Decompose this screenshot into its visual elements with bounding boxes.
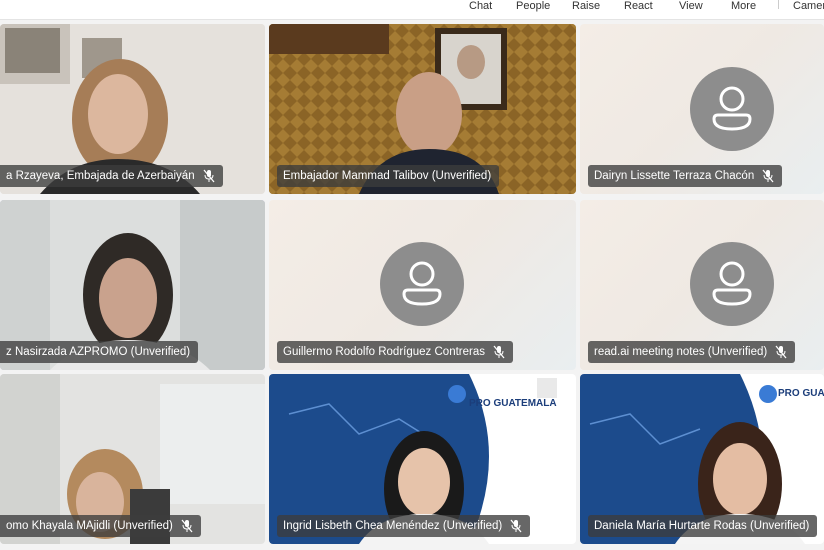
participant-name: Guillermo Rodolfo Rodríguez Contreras bbox=[283, 346, 485, 358]
video-tile[interactable]: read.ai meeting notes (Unverified) bbox=[580, 200, 824, 370]
participant-name: a Rzayeva, Embajada de Azerbaiyán bbox=[6, 170, 195, 182]
toolbar-divider bbox=[778, 0, 779, 9]
view-button[interactable]: View bbox=[679, 0, 703, 12]
video-tile[interactable]: PRO GUATEMALA Daniela María Hurtarte Rod… bbox=[580, 374, 824, 544]
person-icon bbox=[402, 261, 442, 306]
participant-name-tag: Dairyn Lissette Terraza Chacón bbox=[588, 165, 783, 187]
participant-name: omo Khayala MAjidli (Unverified) bbox=[6, 520, 173, 532]
mic-muted-icon bbox=[510, 519, 522, 533]
participant-name-tag: a Rzayeva, Embajada de Azerbaiyán bbox=[0, 165, 223, 187]
chat-button[interactable]: Chat bbox=[469, 0, 492, 12]
avatar bbox=[690, 242, 774, 326]
participant-name-tag: z Nasirzada AZPROMO (Unverified) bbox=[0, 341, 199, 363]
mic-muted-icon bbox=[203, 169, 215, 183]
participant-name-tag: Daniela María Hurtarte Rodas (Unverified… bbox=[588, 515, 818, 537]
mic-muted-icon bbox=[762, 169, 774, 183]
participant-name: read.ai meeting notes (Unverified) bbox=[594, 346, 768, 358]
person-icon bbox=[712, 86, 752, 131]
video-tile[interactable]: a Rzayeva, Embajada de Azerbaiyán bbox=[0, 24, 265, 194]
video-tile[interactable]: Guillermo Rodolfo Rodríguez Contreras bbox=[269, 200, 576, 370]
people-button[interactable]: People bbox=[516, 0, 550, 12]
participant-name: z Nasirzada AZPROMO (Unverified) bbox=[6, 346, 191, 358]
participant-name: Embajador Mammad Talibov (Unverified) bbox=[283, 170, 492, 182]
video-tile[interactable]: Embajador Mammad Talibov (Unverified) bbox=[269, 24, 576, 194]
video-tile[interactable]: Dairyn Lissette Terraza Chacón bbox=[580, 24, 824, 194]
avatar bbox=[380, 242, 464, 326]
camera-button[interactable]: Camer bbox=[793, 0, 824, 12]
react-button[interactable]: React bbox=[624, 0, 653, 12]
mic-muted-icon bbox=[493, 345, 505, 359]
participant-name-tag: omo Khayala MAjidli (Unverified) bbox=[0, 515, 201, 537]
video-tile[interactable]: PRO GUATEMALA Ingrid Lisbeth Chea Menénd… bbox=[269, 374, 576, 544]
avatar bbox=[690, 67, 774, 151]
more-button[interactable]: More bbox=[731, 0, 756, 12]
raise-hand-button[interactable]: Raise bbox=[572, 0, 600, 12]
video-tile[interactable]: omo Khayala MAjidli (Unverified) bbox=[0, 374, 265, 544]
participant-name: Ingrid Lisbeth Chea Menéndez (Unverified… bbox=[283, 520, 503, 532]
mic-muted-icon bbox=[181, 519, 193, 533]
person-icon bbox=[712, 261, 752, 306]
meeting-toolbar: Chat People Raise React View More Camer bbox=[0, 0, 824, 20]
mic-muted-icon bbox=[775, 345, 787, 359]
participant-name-tag: Guillermo Rodolfo Rodríguez Contreras bbox=[277, 341, 513, 363]
video-tile-active-speaker[interactable]: z Nasirzada AZPROMO (Unverified) bbox=[0, 200, 265, 370]
participant-name-tag: Embajador Mammad Talibov (Unverified) bbox=[277, 165, 500, 187]
participant-name-tag: read.ai meeting notes (Unverified) bbox=[588, 341, 796, 363]
brand-logo: PRO GUATEMALA bbox=[778, 388, 824, 399]
participant-name-tag: Ingrid Lisbeth Chea Menéndez (Unverified… bbox=[277, 515, 531, 537]
brand-logo: PRO GUATEMALA bbox=[469, 398, 557, 409]
participant-name: Dairyn Lissette Terraza Chacón bbox=[594, 170, 755, 182]
participant-name: Daniela María Hurtarte Rodas (Unverified… bbox=[594, 520, 810, 532]
